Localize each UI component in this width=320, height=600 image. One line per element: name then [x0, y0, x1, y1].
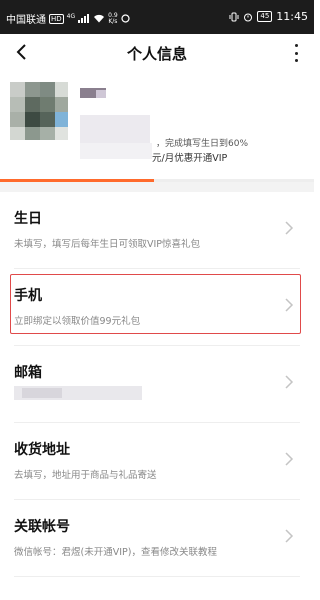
completion-hint: ，完成填写生日到60% — [156, 139, 249, 149]
chevron-right-icon — [285, 375, 294, 389]
row-email[interactable]: 邮箱 — [0, 346, 314, 423]
avatar-pixel — [55, 97, 68, 112]
avatar[interactable] — [10, 82, 68, 140]
status-left: 中国联通 HD 4G 0.9 K/s — [6, 11, 130, 26]
avatar-pixel — [25, 112, 40, 127]
avatar-pixel — [25, 97, 40, 112]
vibrate-icon — [229, 12, 239, 21]
row-linked-account[interactable]: 关联帐号 微信帐号：君煜(未开通VIP)，查看修改关联教程 — [0, 500, 314, 577]
row-subtitle: 立即绑定以领取价值99元礼包 — [14, 316, 141, 327]
vip-hint[interactable]: 元/月优惠开通VIP — [152, 150, 227, 164]
more-vertical-icon — [294, 44, 298, 47]
hint-blurred — [80, 115, 150, 143]
row-subtitle: 微信帐号：君煜(未开通VIP)，查看修改关联教程 — [14, 547, 217, 558]
alarm-icon — [244, 13, 253, 21]
data-saver-icon — [121, 14, 130, 23]
row-address[interactable]: 收货地址 去填写，地址用于商品与礼品寄送 — [0, 423, 314, 500]
more-dot — [294, 51, 298, 55]
row-subtitle: 去填写，地址用于商品与礼品寄送 — [14, 470, 157, 481]
chevron-right-icon — [285, 452, 294, 466]
hint-blurred — [80, 143, 152, 159]
signal-icon — [78, 14, 90, 23]
profile-header: ，完成填写生日到60% 元/月优惠开通VIP — [0, 70, 314, 182]
status-right: 45 11:45 — [229, 10, 308, 23]
chevron-right-icon — [285, 298, 294, 312]
avatar-pixel — [55, 127, 68, 140]
page-title: 个人信息 — [126, 45, 187, 63]
avatar-pixel — [40, 112, 55, 127]
more-options-button[interactable] — [292, 42, 300, 64]
email-blurred — [22, 388, 62, 398]
network-speed: 0.9 K/s — [108, 12, 118, 25]
clock: 11:45 — [276, 10, 308, 23]
row-label: 邮箱 — [14, 365, 42, 381]
avatar-pixel — [55, 82, 68, 97]
row-phone[interactable]: 手机 立即绑定以领取价值99元礼包 — [0, 269, 314, 346]
row-label: 手机 — [14, 288, 42, 304]
section-gap — [0, 182, 314, 192]
avatar-pixel — [25, 127, 40, 140]
speed-unit: K/s — [108, 17, 118, 25]
row-birthday[interactable]: 生日 未填写，填写后每年生日可领取VIP惊喜礼包 — [0, 192, 314, 269]
network-type: 4G — [66, 12, 76, 20]
row-label: 关联帐号 — [14, 519, 70, 535]
chevron-right-icon — [285, 221, 294, 235]
row-label: 收货地址 — [14, 442, 70, 458]
avatar-pixel — [10, 112, 25, 127]
hd-badge: HD — [49, 13, 64, 24]
chevron-right-icon — [285, 529, 294, 543]
battery-indicator: 45 — [257, 11, 273, 22]
wifi-icon — [94, 14, 105, 23]
divider — [14, 576, 300, 577]
carrier-label: 中国联通 — [6, 15, 46, 26]
avatar-pixel — [25, 82, 40, 97]
avatar-pixel — [10, 127, 25, 140]
avatar-pixel — [40, 97, 55, 112]
more-dot — [294, 59, 298, 62]
row-subtitle: 未填写，填写后每年生日可领取VIP惊喜礼包 — [14, 239, 201, 250]
username-blurred — [96, 90, 106, 98]
row-label: 生日 — [14, 211, 42, 227]
avatar-pixel — [40, 127, 55, 140]
avatar-pixel — [10, 82, 25, 97]
status-bar: 中国联通 HD 4G 0.9 K/s 45 11:45 — [0, 0, 314, 34]
avatar-pixel — [55, 112, 68, 127]
title-bar: 个人信息 — [0, 34, 314, 70]
avatar-pixel — [10, 97, 25, 112]
avatar-pixel — [40, 82, 55, 97]
